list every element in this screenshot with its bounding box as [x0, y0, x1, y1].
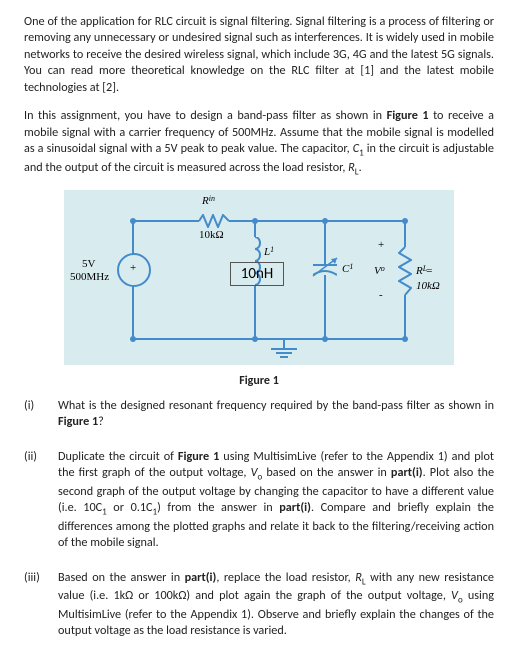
text: ) from the answer in [157, 500, 279, 515]
text: based on the answer in [262, 465, 391, 480]
text: , replace the load resistor, [216, 570, 355, 585]
symbol-R: R [355, 570, 362, 585]
source-plus: + [130, 261, 136, 276]
source-frequency: 500MHz [70, 270, 109, 285]
figure-ref: Figure 1 [178, 449, 219, 464]
c1-label: C1 [342, 262, 349, 277]
rin-value: 10kΩ [199, 228, 224, 243]
text: Duplicate the circuit of [58, 449, 178, 464]
text: ? [98, 414, 104, 429]
text: . [359, 160, 362, 175]
vo-minus: - [379, 288, 383, 303]
text: Based on the answer in [58, 570, 185, 585]
figure-ref: Figure 1 [387, 108, 429, 123]
symbol-R: R [348, 160, 355, 175]
question-body: Based on the answer in part(i), replace … [58, 570, 494, 640]
question-body: Duplicate the circuit of Figure 1 using … [58, 449, 494, 552]
vo-label: Vo [374, 264, 381, 279]
vo-plus: + [378, 238, 384, 253]
intro-paragraph-2: In this assignment, you have to design a… [24, 108, 494, 178]
figure-caption: Figure 1 [239, 373, 279, 389]
intro-paragraph-1: One of the application for RLC circuit i… [24, 14, 494, 96]
text: In this assignment, you have to design a… [24, 108, 387, 123]
part-ref: part(i) [185, 570, 217, 585]
question-iii: (iii) Based on the answer in part(i), re… [24, 570, 494, 640]
symbol-V: V [451, 588, 458, 603]
question-number: (iii) [24, 570, 58, 640]
circuit-diagram: + 5V 500MHz Rin 10kΩ L1 10nH C1 + Vo - [64, 190, 454, 365]
question-ii: (ii) Duplicate the circuit of Figure 1 u… [24, 449, 494, 552]
question-number: (ii) [24, 449, 58, 552]
resistor-rl-icon [398, 247, 414, 295]
l1-label: L1 [264, 245, 270, 260]
part-ref: part(i) [391, 465, 423, 480]
symbol-V: V [251, 465, 258, 480]
part-ref: part(i) [279, 500, 311, 515]
figure-ref: Figure 1 [58, 414, 98, 429]
figure-1: + 5V 500MHz Rin 10kΩ L1 10nH C1 + Vo - [24, 190, 494, 389]
rin-label: Rin [202, 194, 209, 209]
question-body: What is the designed resonant frequency … [58, 398, 494, 431]
question-number: (i) [24, 398, 58, 431]
question-i: (i) What is the designed resonant freque… [24, 398, 494, 431]
text: What is the designed resonant frequency … [58, 398, 494, 413]
l1-value-box: 10nH [230, 262, 284, 286]
rl-label: RL = 10kΩ [416, 264, 454, 294]
text: or 0.1C [107, 500, 153, 515]
